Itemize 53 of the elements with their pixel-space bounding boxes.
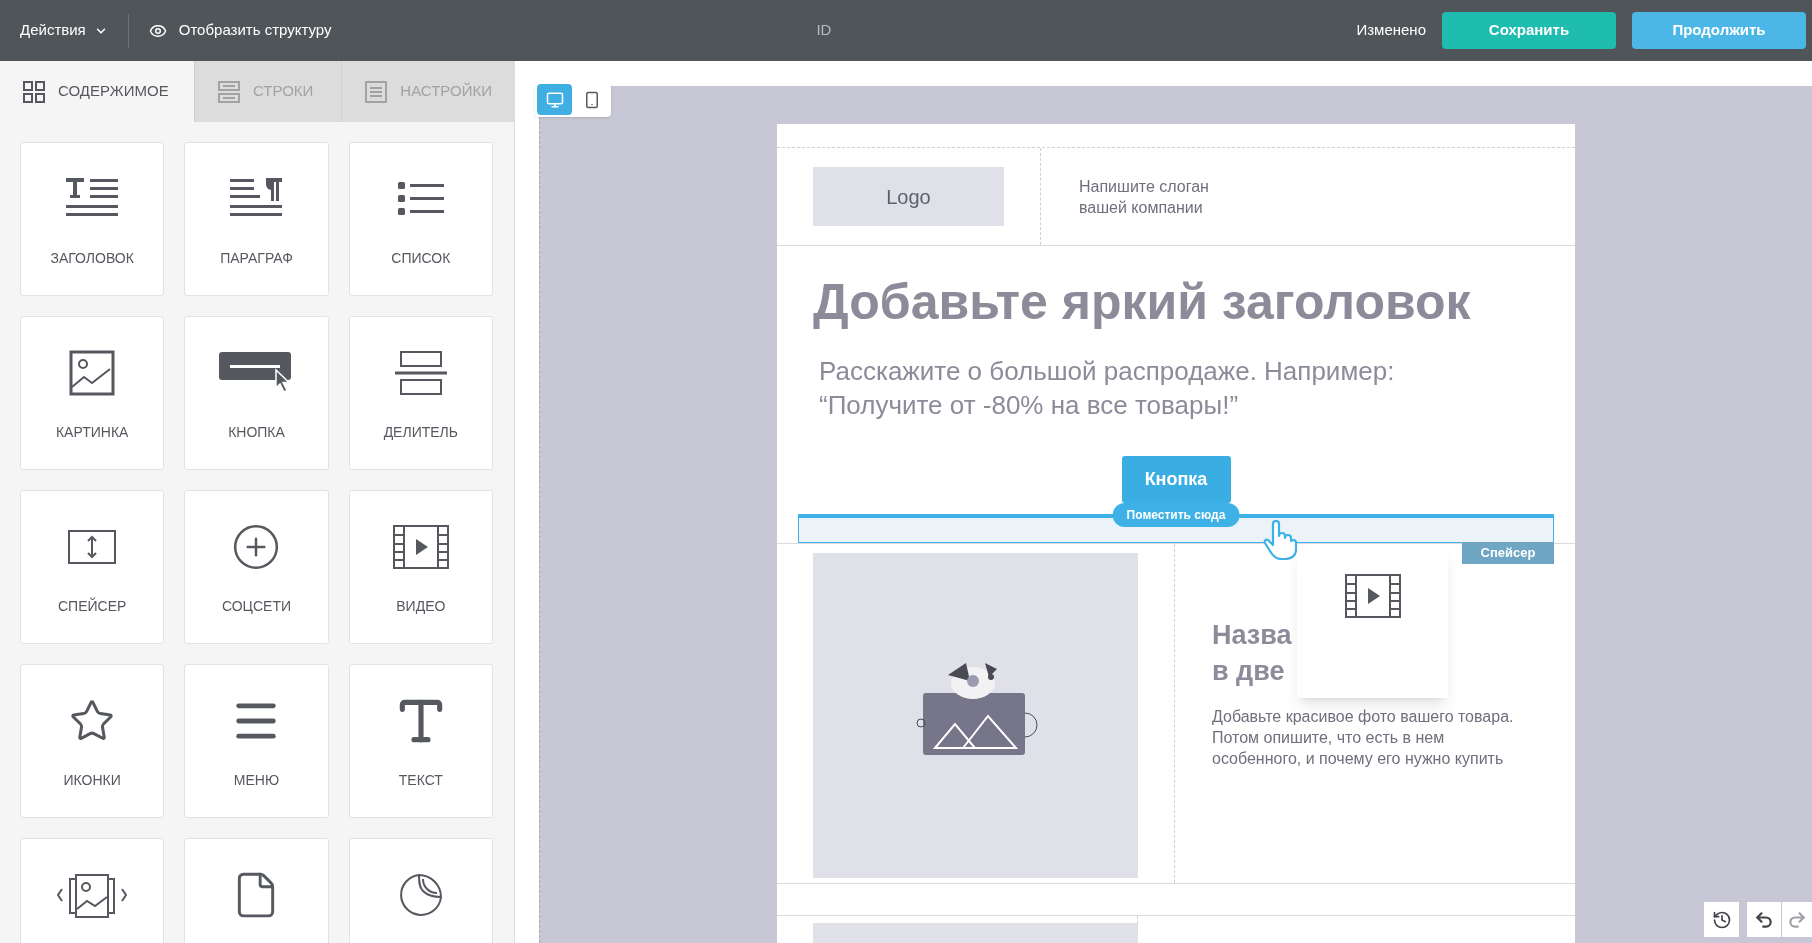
image-icon [68, 349, 117, 397]
block-label: ТЕКСТ [398, 771, 443, 790]
block-label: ЗАГОЛОВОК [50, 249, 134, 268]
spacer-icon [67, 529, 118, 565]
actions-menu[interactable]: Действия [0, 0, 128, 61]
block-tile[interactable]: ВИДЕО [348, 490, 493, 644]
id-label: ID [816, 20, 832, 41]
history-button[interactable] [1704, 902, 1739, 937]
tagline: Напишите слоган вашей компании [1079, 176, 1210, 218]
redo-icon [1787, 909, 1807, 930]
monitor-icon [545, 90, 564, 109]
block-label: МЕНЮ [233, 771, 280, 790]
block-label: СПИСОК [391, 249, 451, 268]
rows-icon [217, 79, 241, 104]
block-tile[interactable]: СОЦСЕТИ [184, 490, 329, 644]
block-tile[interactable]: ДЕЛИТЕЛЬ [348, 316, 493, 470]
block-tile[interactable]: СПИСОК [348, 142, 493, 296]
product-title-line: в две [1212, 655, 1285, 688]
block-tile[interactable]: ИКОНКИ [20, 664, 165, 818]
block-tile[interactable]: ТЕКСТ [348, 664, 493, 818]
undo-icon [1754, 909, 1774, 930]
block-tile[interactable]: МЕНЮ [184, 664, 329, 818]
video-icon [391, 524, 450, 570]
block-tile[interactable]: СПЕЙСЕР [20, 490, 165, 644]
divider-icon [392, 349, 449, 397]
logo-placeholder[interactable]: Logo [813, 167, 1004, 226]
block-tile[interactable]: ЗАГОЛОВОК [20, 142, 165, 296]
block-tile[interactable]: ПАРАГРАФ [184, 142, 329, 296]
lead-text: Расскажите о большой распродаже. Например: “Получите от -80% на все товары!” [818, 355, 1396, 422]
product-description: Добавьте красивое фото вашего товара. Потом опишите, что есть в нем особенного, и почему его нужно купить [1212, 707, 1515, 769]
block-label: СОЦСЕТИ [221, 597, 292, 616]
carousel-icon [56, 871, 129, 919]
block-label: ВИДЕО [396, 597, 446, 616]
logo-text: Logo [886, 184, 931, 210]
headline: Добавьте яркий заголовок [813, 273, 1472, 332]
video-icon [1343, 573, 1402, 619]
drop-hint: Поместить сюда [1112, 503, 1240, 527]
block-label: ПАРАГРАФ [220, 249, 293, 268]
block-label: СПЕЙСЕР [58, 596, 127, 616]
product-title-line: Назва [1212, 619, 1292, 652]
settings-icon [364, 79, 389, 104]
block-tile[interactable]: КНОПКА [184, 316, 329, 470]
block-label-tag: Спейсер [1462, 542, 1554, 564]
history-icon [1711, 909, 1732, 930]
block-tile[interactable]: КАРТИНКА [20, 316, 165, 470]
grid-icon [22, 79, 46, 104]
undo-button[interactable] [1747, 902, 1781, 937]
block-label: КАРТИНКА [55, 423, 129, 442]
block-label: КНОПКА [228, 423, 285, 442]
block-label: ДЕЛИТЕЛЬ [383, 423, 458, 442]
status-text: Изменено [1356, 20, 1426, 41]
structure-toggle[interactable]: Отобразить структуру [128, 0, 332, 61]
block-label: ИКОНКИ [63, 771, 121, 790]
